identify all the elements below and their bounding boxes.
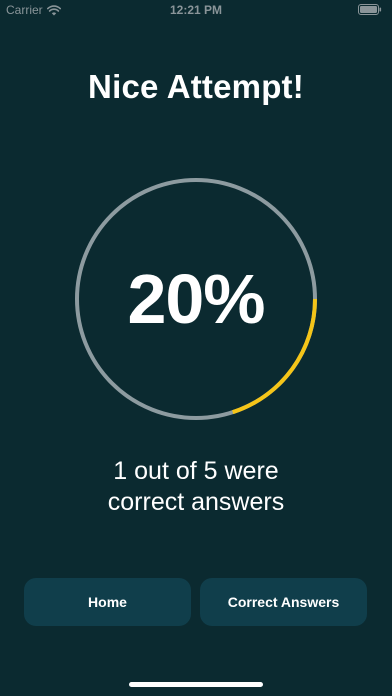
score-percent: 20% [127,260,265,338]
home-indicator [129,682,263,687]
result-title: Nice Attempt! [88,68,304,105]
summary-line-2: correct answers [107,488,285,516]
status-time: 12:21 PM [169,3,223,17]
home-button[interactable]: Home [24,578,191,626]
score-summary: 1 out of 5 were correct answers [0,456,392,518]
summary-line-1: 1 out of 5 were [113,457,279,485]
status-bar: Carrier 12:21 PM [0,0,392,22]
correct-answers-button[interactable]: Correct Answers [200,578,367,626]
battery-icon [358,4,382,15]
